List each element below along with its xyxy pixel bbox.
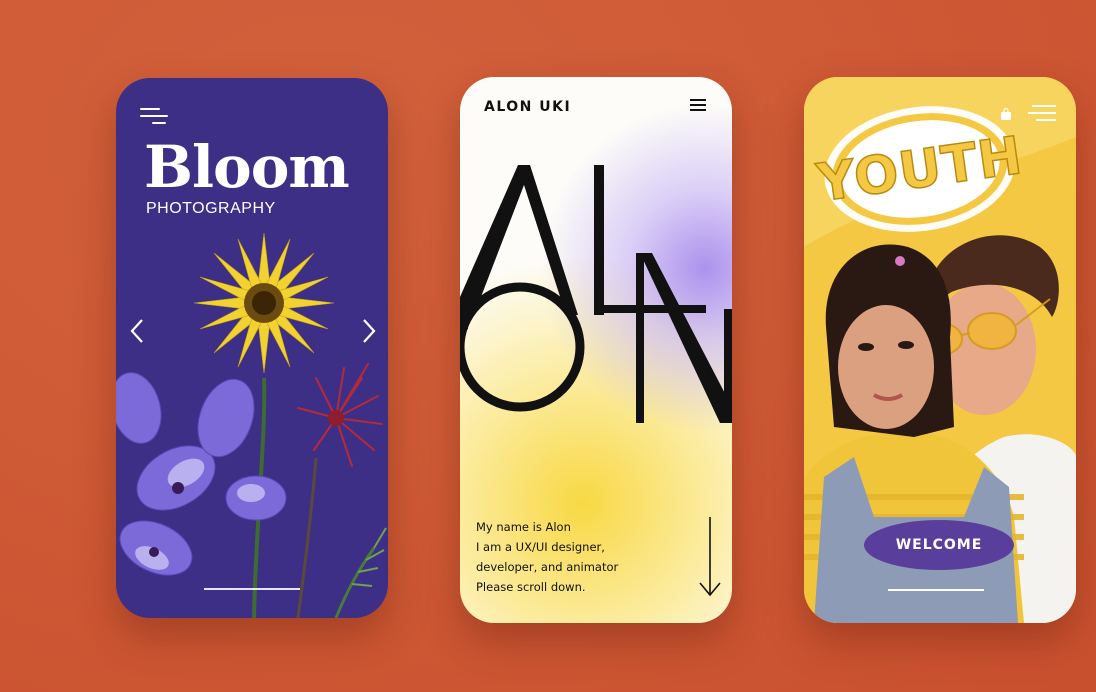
intro-line: My name is Alon bbox=[476, 520, 571, 534]
slide-indicator bbox=[204, 588, 300, 590]
brand-subtitle: PHOTOGRAPHY bbox=[146, 200, 276, 217]
brand-title: Bloom bbox=[144, 133, 350, 201]
welcome-button[interactable]: WELCOME bbox=[864, 520, 1014, 570]
bloom-phone-mockup: Bloom PHOTOGRAPHY bbox=[116, 78, 388, 618]
menu-icon[interactable] bbox=[1028, 105, 1056, 123]
slide-indicator bbox=[888, 589, 984, 591]
intro-text: My name is Alon I am a UX/UI designer, d… bbox=[476, 517, 618, 597]
shopping-bag-icon[interactable] bbox=[1000, 107, 1012, 120]
menu-icon[interactable] bbox=[140, 106, 168, 126]
chevron-left-icon[interactable] bbox=[126, 316, 148, 346]
youth-phone-mockup: YOUTH WELCOME bbox=[804, 77, 1076, 623]
intro-line: developer, and animator bbox=[476, 560, 619, 574]
alon-phone-mockup: ALON UKI My name is Alon I am a UX/UI de… bbox=[460, 77, 732, 623]
intro-line: Please scroll down. bbox=[476, 580, 586, 594]
intro-line: I am a UX/UI designer, bbox=[476, 540, 605, 554]
chevron-right-icon[interactable] bbox=[358, 316, 380, 346]
arrow-down-icon[interactable] bbox=[698, 517, 722, 601]
